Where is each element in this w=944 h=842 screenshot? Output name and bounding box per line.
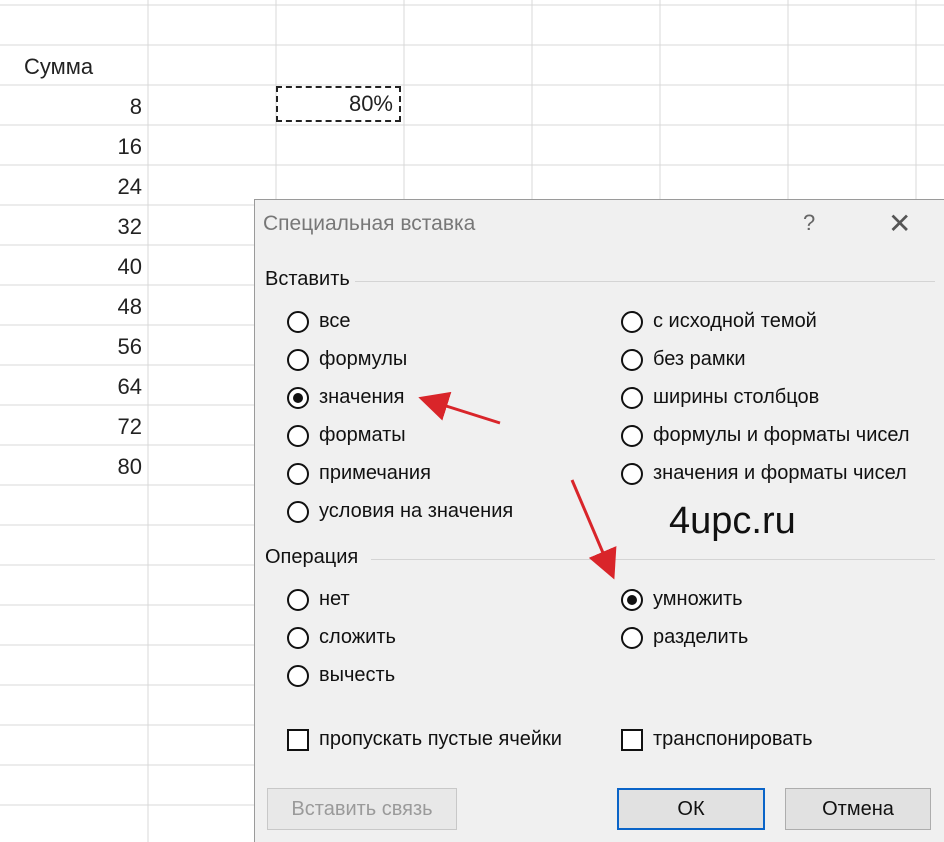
- arrow-to-multiply: [570, 479, 617, 580]
- annotation-arrows: [418, 391, 617, 580]
- arrow-to-values: [418, 391, 501, 425]
